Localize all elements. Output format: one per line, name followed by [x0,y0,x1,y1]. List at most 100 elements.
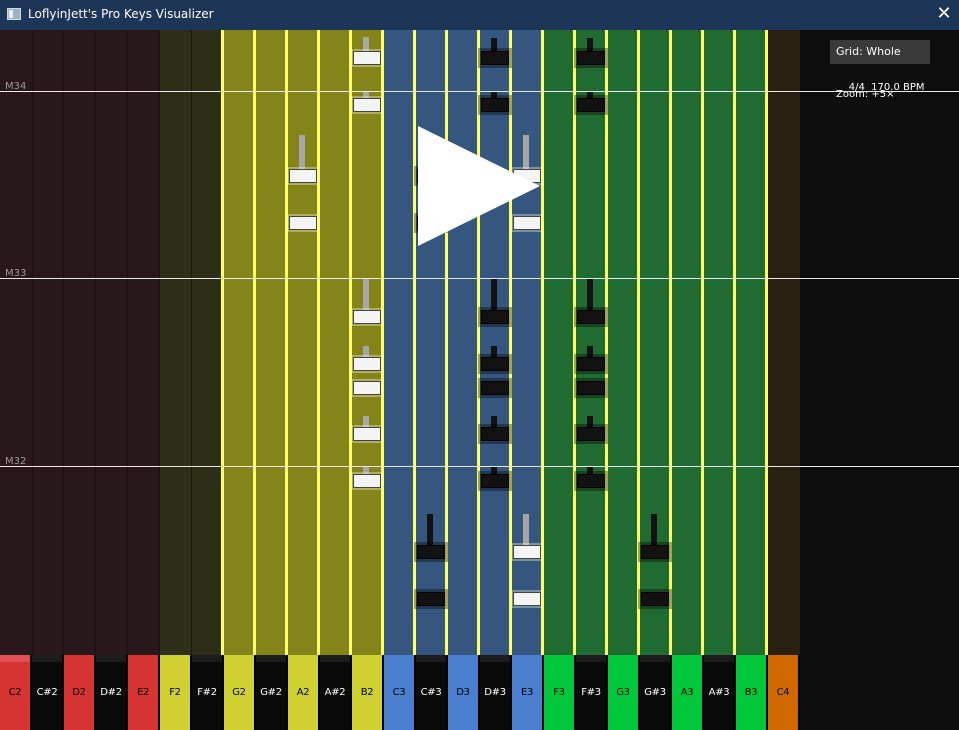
key-label: F2 [169,687,181,698]
key-color-strip [192,655,222,662]
piano-key-f2[interactable]: F2 [160,655,190,730]
piano-key-g3[interactable]: G3 [608,655,638,730]
key-color-strip [704,655,734,662]
lane-red [0,30,160,655]
note [577,381,605,395]
info-panel: Grid: Whole 4/4 170.0 BPM Zoom: +5× [800,30,959,730]
measure-label: M32 [5,456,27,467]
key-color-strip [160,655,190,662]
note [353,381,381,395]
piano-key-a2[interactable]: A2 [288,655,318,730]
key-color-strip [224,655,254,662]
piano-key-ds2[interactable]: D#2 [96,655,126,730]
piano-key-c3[interactable]: C3 [384,655,414,730]
key-label: A#2 [324,687,346,698]
piano-key-b3[interactable]: B3 [736,655,766,730]
piano-key-gs2[interactable]: G#2 [256,655,286,730]
piano-key-c2[interactable]: C2 [0,655,30,730]
note [577,98,605,112]
piano-key-d3[interactable]: D3 [448,655,478,730]
key-color-strip [768,655,798,662]
key-label: D#3 [484,687,506,698]
key-color-strip [128,655,158,662]
note-tail [587,38,593,52]
key-color-strip [96,655,126,662]
piano-key-as3[interactable]: A#3 [704,655,734,730]
lane-divider [605,30,608,655]
key-color-strip [320,655,350,662]
key-color-strip [384,655,414,662]
key-label: G#3 [644,687,666,698]
lane-yellow [222,30,384,655]
key-color-strip [640,655,670,662]
note-tail [651,514,657,545]
note [481,51,509,65]
note-tail [363,466,369,474]
piano-key-g2[interactable]: G2 [224,655,254,730]
grid-dropdown[interactable]: Grid: Whole [830,40,930,64]
piano-key-gs3[interactable]: G#3 [640,655,670,730]
piano-key-d2[interactable]: D2 [64,655,94,730]
close-icon[interactable]: ✕ [929,0,959,30]
lane-divider [413,30,416,655]
note-tail [363,279,369,311]
lane-divider [765,30,768,655]
note [289,216,317,230]
title-bar: LoflyinJett's Pro Keys Visualizer ✕ [0,0,959,30]
piano-key-a3[interactable]: A3 [672,655,702,730]
key-label: D#2 [100,687,122,698]
lane-divider [63,30,64,655]
lane-divider [637,30,640,655]
lane-divider [509,30,512,655]
piano-key-e3[interactable]: E3 [512,655,542,730]
lane-blue [384,30,544,655]
note [353,427,381,441]
lane-divider [253,30,256,655]
piano-key-f3[interactable]: F3 [544,655,574,730]
piano-key-c4[interactable]: C4 [768,655,798,730]
lane-divider [285,30,288,655]
lane-divider [541,30,544,655]
note [577,427,605,441]
piano-key-b2[interactable]: B2 [352,655,382,730]
key-label: D3 [456,687,470,698]
piano-key-fs3[interactable]: F#3 [576,655,606,730]
lane-divider [669,30,672,655]
piano-key-e2[interactable]: E2 [128,655,158,730]
key-label: C2 [8,687,22,698]
key-color-strip [608,655,638,662]
key-color-strip [32,655,62,662]
key-color-strip [736,655,766,662]
piano-key-ds3[interactable]: D#3 [480,655,510,730]
piano-key-cs3[interactable]: C#3 [416,655,446,730]
note [481,98,509,112]
note [353,357,381,371]
note-tail [299,135,305,170]
piano-key-cs2[interactable]: C#2 [32,655,62,730]
key-color-strip [480,655,510,662]
note-tail [491,279,497,311]
lane-divider [733,30,736,655]
key-color-strip [512,655,542,662]
piano-key-as2[interactable]: A#2 [320,655,350,730]
key-label: F#3 [581,687,601,698]
lane-divider [317,30,320,655]
piano-key-fs2[interactable]: F#2 [192,655,222,730]
key-label: C4 [776,687,790,698]
key-label: C#3 [420,687,442,698]
key-color-strip [352,655,382,662]
note [513,545,541,559]
key-label: G#2 [260,687,282,698]
note [577,474,605,488]
note [353,98,381,112]
note [641,592,669,606]
note [353,51,381,65]
key-color-strip [0,655,30,662]
measure-line-overlay [800,466,959,467]
key-color-strip [64,655,94,662]
key-label: E3 [520,687,534,698]
key-color-strip [448,655,478,662]
key-label: D2 [72,687,86,698]
play-triangle-icon[interactable] [418,126,540,246]
lane-divider [445,30,448,655]
